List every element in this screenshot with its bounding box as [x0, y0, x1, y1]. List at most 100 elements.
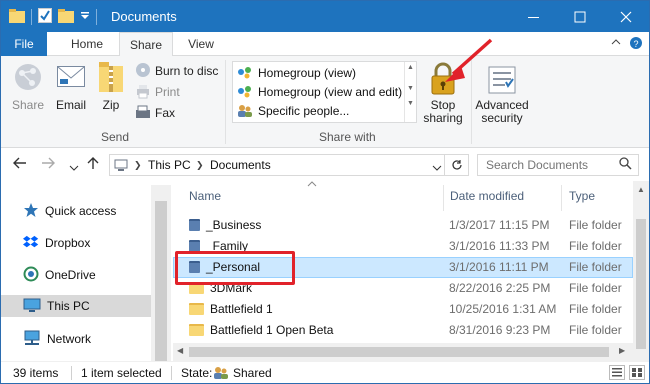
details-view-icon[interactable]: [609, 365, 625, 380]
collapse-ribbon-icon[interactable]: [611, 37, 621, 49]
specific-people-label: Specific people...: [258, 104, 350, 118]
file-type: File folder: [569, 281, 622, 295]
back-icon[interactable]: [13, 156, 27, 173]
share-list-scrollbar[interactable]: ▲ ▼ ▼: [404, 62, 416, 122]
shared-folder-icon: [189, 219, 200, 231]
burn-to-disc-button[interactable]: Burn to disc: [135, 62, 218, 80]
email-label: Email: [55, 98, 86, 112]
advanced-label: Advanced: [475, 98, 529, 112]
close-button[interactable]: [603, 1, 649, 32]
scroll-up-icon[interactable]: ▲: [633, 185, 649, 194]
sidebar-item-this-pc[interactable]: This PC: [1, 295, 151, 317]
refresh-button[interactable]: [445, 154, 469, 176]
homegroup-icon: [237, 84, 253, 101]
tab-file[interactable]: File: [1, 32, 47, 56]
zip-button[interactable]: Zip: [93, 60, 129, 126]
email-icon: [57, 66, 85, 91]
table-row[interactable]: Battlefield 1 Open Beta 8/31/2016 9:23 P…: [173, 320, 633, 341]
file-name: _Business: [206, 218, 262, 232]
large-icons-view-icon[interactable]: [629, 365, 645, 380]
search-input[interactable]: [486, 158, 614, 172]
horizontal-scroll-thumb[interactable]: [189, 347, 609, 357]
star-icon: [23, 202, 39, 221]
properties-icon[interactable]: [38, 8, 52, 26]
breadcrumb-this-pc[interactable]: This PC: [148, 158, 191, 172]
status-divider: [71, 366, 72, 380]
sidebar-item-onedrive[interactable]: OneDrive: [1, 264, 151, 286]
scroll-right-icon[interactable]: ▶: [619, 346, 625, 355]
computer-icon: [23, 297, 41, 316]
sidebar-item-label: Dropbox: [45, 236, 91, 250]
file-date: 1/3/2017 11:15 PM: [449, 218, 550, 232]
file-date: 8/22/2016 2:25 PM: [449, 281, 551, 295]
column-header-name[interactable]: Name: [189, 181, 221, 211]
scroll-down-icon[interactable]: ▼: [405, 85, 416, 92]
search-box[interactable]: [477, 154, 639, 176]
forward-icon[interactable]: [41, 156, 55, 173]
new-folder-icon[interactable]: [58, 8, 74, 26]
sidebar-item-dropbox[interactable]: Dropbox: [1, 232, 151, 254]
scroll-up-icon[interactable]: ▲: [405, 64, 416, 71]
up-icon[interactable]: [87, 156, 99, 174]
tab-home[interactable]: Home: [59, 32, 115, 56]
help-icon[interactable]: ?: [629, 36, 643, 53]
minimize-button[interactable]: [511, 1, 557, 32]
tab-view[interactable]: View: [177, 32, 225, 56]
specific-people-option[interactable]: Specific people...: [237, 102, 349, 120]
homegroup-view-option[interactable]: Homegroup (view): [237, 64, 356, 82]
breadcrumb-documents[interactable]: Documents: [210, 158, 271, 172]
address-dropdown-icon[interactable]: [432, 161, 442, 175]
scroll-left-icon[interactable]: ◀: [177, 346, 183, 355]
address-bar[interactable]: ❯ This PC ❯ Documents: [109, 154, 445, 176]
file-type: File folder: [569, 239, 622, 253]
nav-pane-scrollbar[interactable]: [151, 185, 171, 361]
refresh-icon: [451, 160, 463, 174]
column-divider[interactable]: [443, 185, 444, 211]
recent-locations-icon[interactable]: [69, 159, 79, 176]
svg-text:?: ?: [633, 39, 638, 49]
explorer-window: Documents File Home Share View ? Share E…: [0, 0, 650, 384]
sidebar-item-network[interactable]: Network: [1, 328, 151, 350]
breadcrumb-chevron-icon[interactable]: ❯: [134, 160, 142, 171]
selection-count: 1 item selected: [81, 366, 162, 380]
folder-app-icon: [9, 8, 25, 26]
search-icon[interactable]: [619, 157, 632, 173]
share-label: Share: [11, 98, 45, 112]
customize-qat-icon[interactable]: [80, 10, 90, 24]
fax-button[interactable]: Fax: [135, 104, 175, 122]
column-header-type[interactable]: Type: [569, 181, 595, 211]
zip-label: Zip: [102, 98, 120, 112]
file-date: 10/25/2016 1:31 AM: [449, 302, 557, 316]
dropbox-icon: [23, 234, 39, 253]
column-divider[interactable]: [561, 185, 562, 211]
file-list-vertical-scrollbar[interactable]: ▲: [633, 181, 649, 361]
folder-icon: [189, 303, 204, 315]
file-date: 3/1/2016 11:11 PM: [449, 260, 549, 274]
sidebar-item-label: This PC: [47, 299, 90, 313]
print-button[interactable]: Print: [135, 83, 180, 101]
column-header-date-modified[interactable]: Date modified: [450, 181, 524, 211]
table-row[interactable]: _Business 1/3/2017 11:15 PM File folder: [173, 215, 633, 236]
expand-gallery-icon[interactable]: ▼: [405, 100, 416, 107]
file-list-scroll-thumb[interactable]: [636, 219, 646, 349]
onedrive-icon: [23, 266, 39, 285]
print-label: Print: [155, 85, 180, 99]
email-button[interactable]: Email: [51, 60, 91, 126]
sidebar-item-quick-access[interactable]: Quick access: [1, 200, 151, 222]
ribbon-body: Share Email Zip Burn to disc Print Fax S…: [1, 38, 649, 148]
security-label: security: [481, 111, 523, 125]
tab-share[interactable]: Share: [119, 32, 173, 57]
breadcrumb-chevron-icon[interactable]: ❯: [196, 160, 204, 171]
printer-icon: [135, 83, 151, 102]
share-button[interactable]: Share: [7, 60, 49, 126]
homegroup-view-edit-option[interactable]: Homegroup (view and edit): [237, 83, 402, 101]
homegroup-view-label: Homegroup (view): [258, 66, 357, 80]
file-type: File folder: [569, 218, 622, 232]
state-value: Shared: [233, 366, 272, 380]
table-row[interactable]: Battlefield 1 10/25/2016 1:31 AM File fo…: [173, 299, 633, 320]
fax-label: Fax: [155, 106, 176, 120]
nav-pane-scroll-thumb[interactable]: [155, 201, 167, 361]
maximize-button[interactable]: [557, 1, 603, 32]
file-list-horizontal-scrollbar[interactable]: ◀ ▶: [173, 343, 633, 361]
sidebar-item-label: OneDrive: [45, 268, 96, 282]
